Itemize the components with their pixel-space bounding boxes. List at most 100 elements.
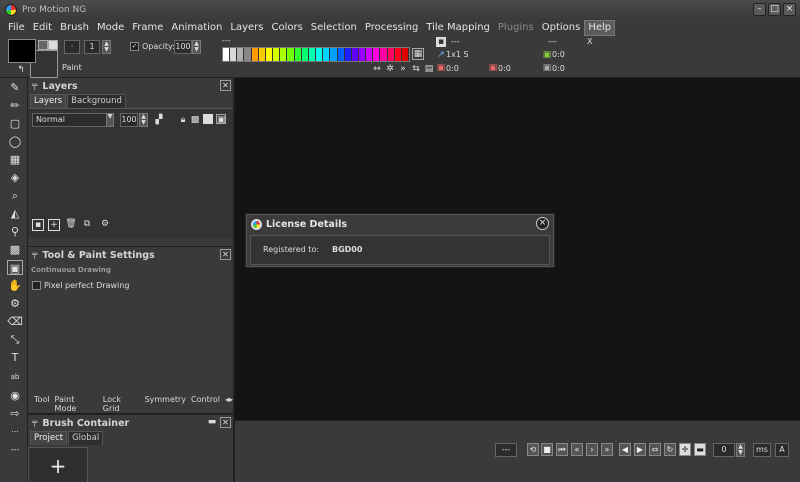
brush-size-field[interactable]: 1 — [84, 40, 100, 54]
palette-swatch[interactable] — [330, 48, 338, 61]
swap-icon[interactable]: ⇆ — [411, 64, 421, 74]
palette-swatch[interactable] — [373, 48, 381, 61]
more-tools-button[interactable]: ... — [7, 422, 23, 437]
palette-swatch[interactable] — [366, 48, 374, 61]
pen-tool-icon[interactable]: ✏ — [7, 98, 23, 113]
prev-frame-icon[interactable]: ◀ — [619, 443, 631, 456]
palette-swatch[interactable] — [358, 48, 367, 61]
prev-key-icon[interactable]: « — [571, 443, 583, 456]
gear-tool-icon[interactable]: ⚙ — [7, 296, 23, 311]
palette-swatch[interactable] — [401, 48, 410, 61]
menu-brush[interactable]: Brush — [56, 20, 93, 36]
ms-button[interactable]: ms — [753, 443, 771, 457]
menu-file[interactable]: File — [4, 20, 29, 36]
palette-swatch[interactable] — [351, 48, 359, 61]
palette-swatch[interactable] — [251, 48, 259, 61]
next-frame-icon[interactable]: ▶ — [634, 443, 646, 456]
selection-tool-icon[interactable]: ▣ — [7, 260, 23, 275]
default-colors-icon[interactable] — [48, 40, 58, 50]
a-button[interactable]: A — [775, 443, 789, 457]
fill-tool-icon[interactable]: ◈ — [7, 170, 23, 185]
mirror-horizontal-icon[interactable]: ↔ — [372, 64, 382, 74]
close-icon[interactable]: × — [536, 217, 549, 230]
pin-icon[interactable]: ╤ — [32, 250, 37, 260]
anim-range[interactable]: --- — [495, 443, 517, 457]
tab-project[interactable]: Project — [30, 431, 68, 445]
arrow-icon[interactable]: ↰ — [16, 65, 26, 75]
menu-edit[interactable]: Edit — [29, 20, 56, 36]
opacity-checkbox[interactable]: ✓ — [130, 42, 139, 51]
pattern-tool-icon[interactable]: ▦ — [7, 152, 23, 167]
palette-swatch[interactable] — [273, 48, 281, 61]
menu-plugins[interactable]: Plugins — [494, 20, 538, 36]
menu-help[interactable]: Help — [584, 20, 616, 36]
arrow-tool-icon[interactable]: ⇨ — [7, 406, 23, 421]
palette-swatch[interactable] — [308, 48, 317, 61]
mirror-vertical-icon[interactable]: ✲ — [385, 64, 395, 74]
stop-icon[interactable]: ■ — [541, 443, 553, 456]
frame-stepper[interactable]: ▲ ▼ — [736, 443, 745, 457]
layer-opacity-stepper[interactable]: ▲ ▼ — [139, 113, 148, 127]
lock-icon[interactable]: 🔒︎ — [178, 115, 188, 125]
menu-frame[interactable]: Frame — [128, 20, 167, 36]
brush-size-stepper[interactable]: ▲ ▼ — [102, 40, 111, 54]
eyedropper-tool-icon[interactable]: ⚲ — [7, 224, 23, 239]
close-button[interactable]: × — [783, 3, 796, 16]
tab-tool[interactable]: Tool — [34, 395, 50, 413]
layer-props-icon[interactable]: ▣ — [216, 114, 226, 125]
palette-settings-icon[interactable]: ▤ — [424, 64, 434, 74]
menu-selection[interactable]: Selection — [307, 20, 361, 36]
palette-swatch[interactable] — [316, 48, 324, 61]
blend-mode-dropdown-icon[interactable]: ▼ — [106, 113, 114, 127]
layer-mask-icon[interactable]: ▞ — [154, 115, 164, 125]
delete-layer-icon[interactable]: 🗑︎ — [65, 219, 77, 231]
palette-swatch[interactable] — [223, 48, 231, 61]
brush-container-close-icon[interactable]: ✕ — [220, 417, 231, 428]
pixel-perfect-checkbox[interactable] — [32, 281, 41, 290]
pin-icon[interactable]: ╤ — [32, 81, 37, 91]
palette-swatch[interactable] — [323, 48, 331, 61]
minimize-button[interactable]: – — [753, 3, 766, 16]
layer-settings-icon[interactable]: ⚙ — [98, 219, 112, 231]
layer-opacity-field[interactable]: 100 — [120, 113, 138, 127]
palette-swatch[interactable] — [294, 48, 302, 61]
forward-icon[interactable]: » — [398, 64, 408, 74]
layers-close-icon[interactable]: ✕ — [220, 80, 231, 91]
animation-tool-icon[interactable]: ◉ — [7, 388, 23, 403]
palette-swatch[interactable] — [344, 48, 352, 61]
add-layer-icon[interactable]: + — [48, 219, 60, 231]
tab-control[interactable]: Control — [191, 395, 220, 413]
color-palette[interactable] — [222, 47, 410, 62]
tab-lock-grid[interactable]: Lock Grid — [103, 395, 140, 413]
timeline-icon[interactable]: ▬ — [694, 443, 706, 456]
opacity-stepper[interactable]: ▲ ▼ — [192, 40, 201, 54]
palette-swatch[interactable] — [337, 48, 345, 61]
palette-swatch[interactable] — [265, 48, 274, 61]
white-layer-icon[interactable] — [203, 114, 213, 124]
checker-icon[interactable]: ▩ — [190, 115, 200, 125]
blend-mode-select[interactable]: Normal — [32, 113, 114, 127]
palette-swatch[interactable] — [230, 48, 238, 61]
opacity-field[interactable]: 100 — [174, 40, 192, 54]
smear-tool-icon[interactable]: ◭ — [7, 206, 23, 221]
folder-icon[interactable]: ▬ — [207, 417, 217, 427]
palette-swatch[interactable] — [244, 48, 252, 61]
menu-layers[interactable]: Layers — [226, 20, 267, 36]
airbrush-tool-icon[interactable]: ✎ — [7, 80, 23, 95]
frame-field[interactable]: 0 — [713, 443, 735, 457]
pingpong-icon[interactable]: ⇔ — [649, 443, 661, 456]
tabs-scroll-icon[interactable]: ◂▸ — [225, 395, 233, 413]
tab-background[interactable]: Background — [67, 94, 126, 108]
tab-global[interactable]: Global — [68, 431, 104, 445]
zoom-tool-icon[interactable]: ⌕ — [7, 188, 23, 203]
palette-swatch[interactable] — [280, 48, 288, 61]
merge-layer-icon[interactable]: ⧉ — [81, 219, 93, 231]
next-key-icon[interactable]: » — [601, 443, 613, 456]
play-icon[interactable]: › — [586, 443, 598, 456]
palette-swatch[interactable] — [258, 48, 266, 61]
font-tool-icon[interactable]: ab — [7, 370, 23, 385]
swap-colors-icon[interactable] — [38, 40, 48, 50]
circle-tool-icon[interactable]: ◯ — [7, 134, 23, 149]
menu-options[interactable]: Options — [538, 20, 585, 36]
record-icon[interactable]: ⟲ — [527, 443, 539, 456]
